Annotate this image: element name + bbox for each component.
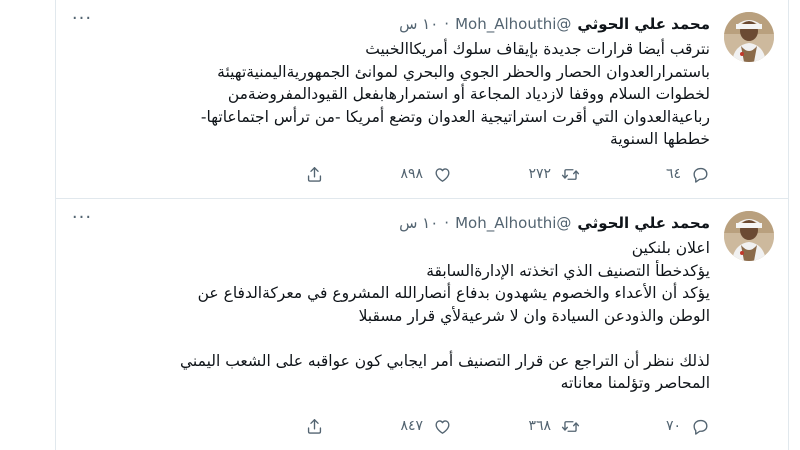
tweet-timestamp[interactable]: ١٠ س xyxy=(399,15,438,33)
tweet-text-line: المحاصر وتؤلمنا معاناته xyxy=(560,374,710,392)
tweet-text-line: يؤكدخطأ التصنيف الذي اتخذته الإدارةالساب… xyxy=(426,261,710,280)
tweet-text-line: باستمرارالعدوان الحصار والحظر الجوي والب… xyxy=(217,62,710,81)
tweet-header: محمد علي الحوثي @Moh_Alhouthi · ١٠ س xyxy=(399,12,710,36)
retweet-button[interactable]: ٣٦٨ xyxy=(452,417,580,436)
author-name[interactable]: محمد علي الحوثي xyxy=(577,214,710,232)
retweet-button[interactable]: ٢٧٢ xyxy=(452,165,580,184)
heart-icon xyxy=(435,419,450,434)
retweet-icon xyxy=(561,168,580,180)
tweet-text-line: اعلان بلنكين xyxy=(631,239,710,257)
tweet-actions: ٧٠ ٣٦٨ ٨٤٧ xyxy=(70,414,710,438)
tweet-text-line: رباعيةالعدوان التي أقرت استراتيجية العدو… xyxy=(200,107,710,126)
avatar-image xyxy=(724,12,774,62)
share-button[interactable] xyxy=(305,165,324,184)
reply-button[interactable]: ٦٤ xyxy=(580,165,710,184)
tweet-text-line: يؤكد أن الأعداء والخصوم يشهدون بدفاع أنص… xyxy=(197,284,710,302)
avatar[interactable] xyxy=(724,12,774,62)
avatar[interactable] xyxy=(724,211,774,261)
share-icon xyxy=(307,418,322,434)
like-button[interactable]: ٨٩٨ xyxy=(324,165,452,184)
heart-icon xyxy=(435,167,450,182)
tweet-timestamp[interactable]: ١٠ س xyxy=(399,214,438,232)
separator-dot: · xyxy=(444,214,450,232)
tweet-header: محمد علي الحوثي @Moh_Alhouthi · ١٠ س xyxy=(399,211,710,235)
tweet-text-line: لخطوات السلام ووقفا لازدياد المجاعة أو ا… xyxy=(227,85,710,103)
tweet[interactable]: محمد علي الحوثي @Moh_Alhouthi · ١٠ س ···… xyxy=(56,0,788,199)
author-handle[interactable]: @Moh_Alhouthi xyxy=(455,214,571,232)
retweet-icon xyxy=(561,420,580,432)
reply-count: ٧٠ xyxy=(665,418,681,434)
like-count: ٨٩٨ xyxy=(400,166,423,182)
tweet[interactable]: محمد علي الحوثي @Moh_Alhouthi · ١٠ س ···… xyxy=(56,199,788,450)
reply-count: ٦٤ xyxy=(665,166,681,182)
timeline: محمد علي الحوثي @Moh_Alhouthi · ١٠ س ···… xyxy=(55,0,789,450)
more-options-icon[interactable]: ··· xyxy=(70,209,94,233)
separator-dot: · xyxy=(444,15,450,33)
tweet-text-line: خططها السنوية xyxy=(610,130,710,148)
like-button[interactable]: ٨٤٧ xyxy=(324,417,452,436)
tweet-text-line: لذلك ننظر أن التراجع عن قرار التصنيف أمر… xyxy=(180,351,710,370)
tweet-text-line: الوطن والذودعن السيادة وان لا شرعيةلأي ق… xyxy=(358,306,710,325)
avatar-image xyxy=(724,211,774,261)
reply-button[interactable]: ٧٠ xyxy=(580,417,710,436)
share-button[interactable] xyxy=(305,417,324,436)
tweet-actions: ٦٤ ٢٧٢ ٨٩٨ xyxy=(70,162,710,186)
author-name[interactable]: محمد علي الحوثي xyxy=(577,15,710,33)
tweet-text-line: نترقب أيضا قرارات جديدة بإيقاف سلوك أمري… xyxy=(365,40,710,58)
tweet-text: نترقب أيضا قرارات جديدة بإيقاف سلوك أمري… xyxy=(70,38,710,151)
share-icon xyxy=(307,166,322,182)
retweet-count: ٢٧٢ xyxy=(528,166,551,182)
retweet-count: ٣٦٨ xyxy=(528,418,551,434)
more-options-icon[interactable]: ··· xyxy=(70,10,94,34)
tweet-text: اعلان بلنكين يؤكدخطأ التصنيف الذي اتخذته… xyxy=(70,237,710,395)
reply-icon xyxy=(693,419,708,435)
like-count: ٨٤٧ xyxy=(400,418,423,434)
reply-icon xyxy=(693,167,708,183)
author-handle[interactable]: @Moh_Alhouthi xyxy=(455,15,571,33)
